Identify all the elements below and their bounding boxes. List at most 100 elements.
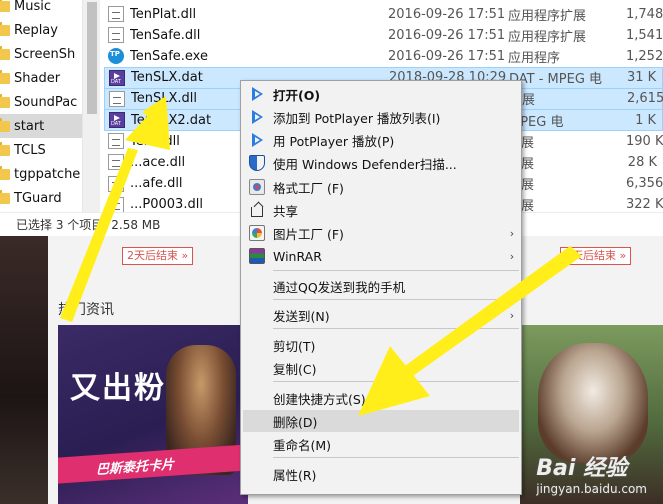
menu-icon-placeholder	[249, 337, 265, 353]
folder-icon	[0, 141, 10, 156]
menu-item-label: 创建快捷方式(S)	[273, 391, 366, 407]
banner-ribbon-text: 巴斯泰托卡片	[96, 457, 175, 478]
menu-item-4[interactable]: 使用 Windows Defender扫描...	[243, 152, 519, 174]
file-date: 2016-09-26 17:51	[388, 27, 506, 43]
scrollbar-thumb[interactable]	[87, 2, 97, 114]
play-icon	[249, 86, 265, 102]
menu-item-label: 使用 Windows Defender扫描...	[273, 156, 457, 172]
menu-icon-placeholder	[249, 466, 265, 482]
menu-item-8[interactable]: WinRAR ›	[243, 245, 519, 267]
menu-item-9[interactable]: 通过QQ发送到我的手机	[243, 275, 519, 297]
menu-item-10[interactable]: 发送到(N) ›	[243, 304, 519, 326]
file-size: 2,615 K	[627, 91, 663, 107]
file-size: 1 K	[635, 112, 656, 128]
menu-item-5[interactable]: 格式工厂 (F)	[243, 176, 519, 198]
dat-file-icon	[109, 112, 125, 128]
folder-icon	[0, 21, 10, 36]
menu-icon-placeholder	[249, 436, 265, 452]
file-size: 31 K	[627, 70, 657, 86]
dll-file-icon	[109, 90, 125, 107]
nav-item-tgppatche[interactable]: tgppatche	[0, 162, 82, 186]
menu-separator	[273, 381, 519, 382]
menu-separator	[273, 270, 519, 271]
nav-item-label: tgppatche	[14, 166, 81, 182]
winrar-icon	[249, 248, 265, 264]
folder-icon	[0, 0, 10, 12]
dat-file-icon	[109, 69, 125, 86]
banner-title: 又出粉	[70, 371, 166, 406]
play-icon	[249, 132, 265, 148]
nav-item-replay[interactable]: Replay	[0, 18, 82, 42]
nav-item-tcls[interactable]: TCLS	[0, 138, 82, 162]
nav-item-start[interactable]: start	[0, 114, 82, 138]
dll-file-icon	[108, 133, 124, 150]
file-size: 1,252 K	[626, 48, 663, 64]
nav-item-label: start	[14, 118, 45, 134]
file-type: 应用程序扩展	[508, 8, 587, 24]
chevron-right-icon: ›	[509, 226, 515, 240]
context-menu: 打开(O) 添加到 PotPlayer 播放列表(I) 用 PotPlayer 播放…	[240, 80, 522, 495]
folder-icon	[0, 189, 10, 204]
chevron-right-icon: ›	[509, 308, 515, 322]
file-row[interactable]: TenSafe.dll 2016-09-26 17:51应用程序扩展 1,541 K	[104, 24, 663, 46]
menu-item-12[interactable]: 复制(C)	[243, 357, 519, 379]
menu-icon-placeholder	[249, 278, 265, 294]
file-name: TenSafe.exe	[130, 48, 208, 64]
nav-item-soundpac[interactable]: SoundPac	[0, 90, 82, 114]
menu-separator	[273, 457, 519, 458]
file-date: 2016-09-26 17:51	[388, 48, 506, 64]
file-date: 2016-09-26 17:51	[388, 6, 506, 22]
file-size: 1,541 K	[626, 27, 663, 43]
menu-item-label: WinRAR	[273, 248, 322, 264]
timer-badge-right[interactable]: 2天后结束 »	[560, 247, 632, 265]
baidu-watermark: Bai 经验 jingyan.baidu.com	[536, 450, 647, 496]
factory-icon	[249, 179, 265, 195]
menu-item-3[interactable]: 用 PotPlayer 播放(P)	[243, 129, 519, 151]
news-banner[interactable]: 又出粉 巴斯泰托卡片	[58, 325, 248, 504]
nav-item-music[interactable]: Music	[0, 0, 82, 18]
nav-item-label: TCLS	[14, 142, 46, 158]
menu-item-label: 属性(R)	[273, 467, 317, 483]
timer-badge-left[interactable]: 2天后结束 »	[122, 247, 194, 265]
menu-item-16[interactable]: 属性(R)	[243, 463, 519, 485]
menu-item-7[interactable]: 图片工厂 (F) ›	[243, 222, 519, 244]
picture-icon	[249, 225, 265, 241]
file-type: 扩展	[508, 174, 626, 193]
menu-icon-placeholder	[249, 307, 265, 323]
file-type: 扩展	[508, 153, 626, 172]
menu-separator	[273, 328, 519, 329]
menu-item-2[interactable]: 添加到 PotPlayer 播放列表(I)	[243, 106, 519, 128]
dll-file-icon	[108, 154, 124, 171]
menu-icon-placeholder	[249, 413, 265, 429]
menu-item-13[interactable]: 创建快捷方式(S)	[243, 387, 519, 409]
navigation-pane: Music Replay ScreenSh Shader SoundPac start TC…	[0, 0, 82, 212]
background-character-art	[0, 236, 48, 504]
file-type: 应用程序	[508, 50, 561, 66]
nav-item-label: ScreenSh	[14, 46, 76, 62]
dll-file-icon	[108, 27, 124, 44]
file-row[interactable]: TenSafe.exe 2016-09-26 17:51应用程序 1,252 K	[104, 45, 663, 67]
menu-item-1[interactable]: 打开(O)	[243, 83, 519, 105]
menu-item-6[interactable]: 共享	[243, 199, 519, 221]
file-row[interactable]: TenPlat.dll 2016-09-26 17:51应用程序扩展 1,748 K	[104, 3, 663, 25]
menu-item-14[interactable]: 删除(D)	[243, 410, 519, 432]
menu-icon-placeholder	[249, 360, 265, 376]
dll-file-icon	[108, 6, 124, 22]
chevron-right-icon: ›	[509, 249, 515, 263]
folder-icon	[0, 45, 10, 60]
nav-item-tguard[interactable]: TGuard	[0, 186, 82, 210]
file-size: 28 K	[627, 154, 657, 170]
nav-item-screensh[interactable]: ScreenSh	[0, 42, 82, 66]
menu-item-label: 重命名(M)	[273, 437, 332, 453]
hot-news-title: 热门资讯	[58, 302, 114, 318]
menu-item-15[interactable]: 重命名(M)	[243, 433, 519, 455]
navigation-scrollbar[interactable]	[82, 0, 100, 212]
baidu-logo: Bai 经验	[536, 456, 628, 481]
banner-ribbon: 巴斯泰托卡片	[58, 444, 248, 484]
menu-item-11[interactable]: 剪切(T)	[243, 334, 519, 356]
menu-item-label: 复制(C)	[273, 361, 317, 377]
menu-item-label: 共享	[273, 203, 299, 219]
nav-item-shader[interactable]: Shader	[0, 66, 82, 90]
selection-count: 已选择 3 个项目	[16, 218, 104, 232]
exe-file-icon	[108, 48, 124, 65]
